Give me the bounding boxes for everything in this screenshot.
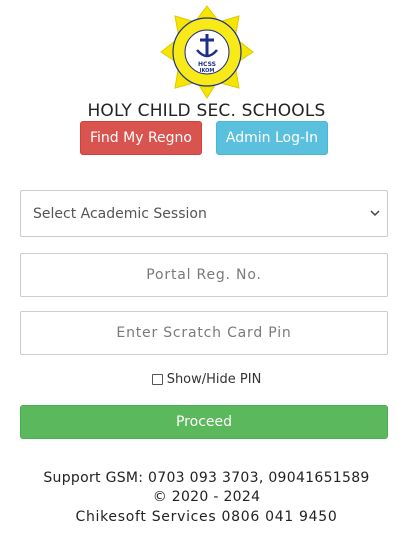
svg-text:HCSS: HCSS [198,61,216,68]
show-hide-pin-checkbox[interactable] [151,374,163,385]
regno-input[interactable] [20,253,388,297]
academic-session-select[interactable]: Select Academic Session [20,190,388,237]
credits-text: Chikesoft Services 0806 041 9450 [75,509,338,525]
academic-session-value: Select Academic Session [33,205,207,222]
admin-login-button[interactable]: Admin Log-In [216,121,328,155]
show-hide-pin-row[interactable]: Show/Hide PIN [0,372,413,387]
svg-text:IKOM: IKOM [200,68,215,74]
support-contact: Support GSM: 0703 093 3703, 09041651589 [43,470,370,486]
show-hide-pin-label: Show/Hide PIN [166,372,262,387]
copyright-text: © 2020 - 2024 [152,489,261,505]
find-regno-button[interactable]: Find My Regno [80,121,202,155]
proceed-button[interactable]: Proceed [20,405,388,439]
pin-input[interactable] [20,311,388,355]
school-logo: HCSS IKOM [159,4,255,100]
school-crest-icon: HCSS IKOM [160,5,254,99]
chevron-down-icon [370,210,380,217]
school-name: HOLY CHILD SEC. SCHOOLS [87,101,326,121]
